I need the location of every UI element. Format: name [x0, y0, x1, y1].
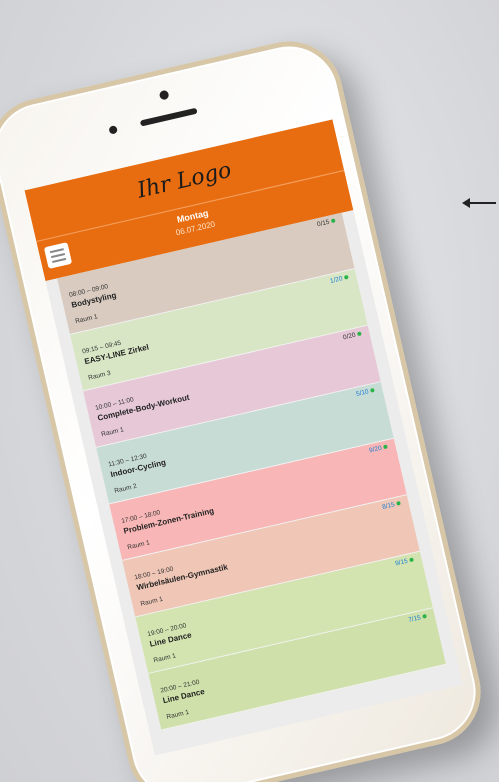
course-count: 9/20 — [369, 443, 389, 454]
phone-frame: Ihr Logo Montag 06.07.2020 0/15 08:00 – … — [0, 30, 492, 782]
course-count: 8/15 — [382, 500, 402, 511]
phone-mockup: Ihr Logo Montag 06.07.2020 0/15 08:00 – … — [0, 30, 492, 782]
app-screen: Ihr Logo Montag 06.07.2020 0/15 08:00 – … — [24, 119, 463, 756]
course-room: Raum 1 — [152, 652, 177, 665]
status-dot-icon — [330, 218, 336, 224]
course-list: 0/15 08:00 – 09:00 Bodystyling Raum 1 1/… — [45, 210, 457, 733]
course-count: 5/10 — [355, 387, 375, 398]
course-room: Raum 1 — [100, 426, 125, 439]
course-room: Raum 1 — [165, 708, 190, 721]
stage: Ihr Logo Montag 06.07.2020 0/15 08:00 – … — [0, 0, 499, 782]
course-count: 9/15 — [395, 556, 415, 567]
status-dot-icon — [370, 388, 375, 393]
course-room: Raum 2 — [113, 482, 138, 495]
course-room: Raum 1 — [126, 539, 151, 552]
status-dot-icon — [357, 331, 362, 337]
course-count: 0/20 — [342, 330, 362, 341]
course-count: 7/15 — [408, 613, 428, 624]
camera-icon — [158, 89, 170, 101]
course-room: Raum 1 — [139, 595, 164, 608]
course-room: Raum 1 — [74, 313, 99, 326]
status-dot-icon — [396, 501, 401, 506]
arrow-left-icon — [462, 196, 496, 210]
course-room: Raum 3 — [87, 369, 112, 382]
logo: Ihr Logo — [134, 157, 234, 204]
sensor-icon — [108, 125, 118, 135]
speaker-icon — [139, 107, 198, 127]
status-dot-icon — [343, 275, 349, 280]
course-count: 0/15 — [316, 217, 336, 228]
course-count: 1/20 — [329, 274, 349, 285]
status-dot-icon — [383, 444, 388, 450]
status-dot-icon — [409, 557, 414, 563]
status-dot-icon — [422, 614, 428, 620]
